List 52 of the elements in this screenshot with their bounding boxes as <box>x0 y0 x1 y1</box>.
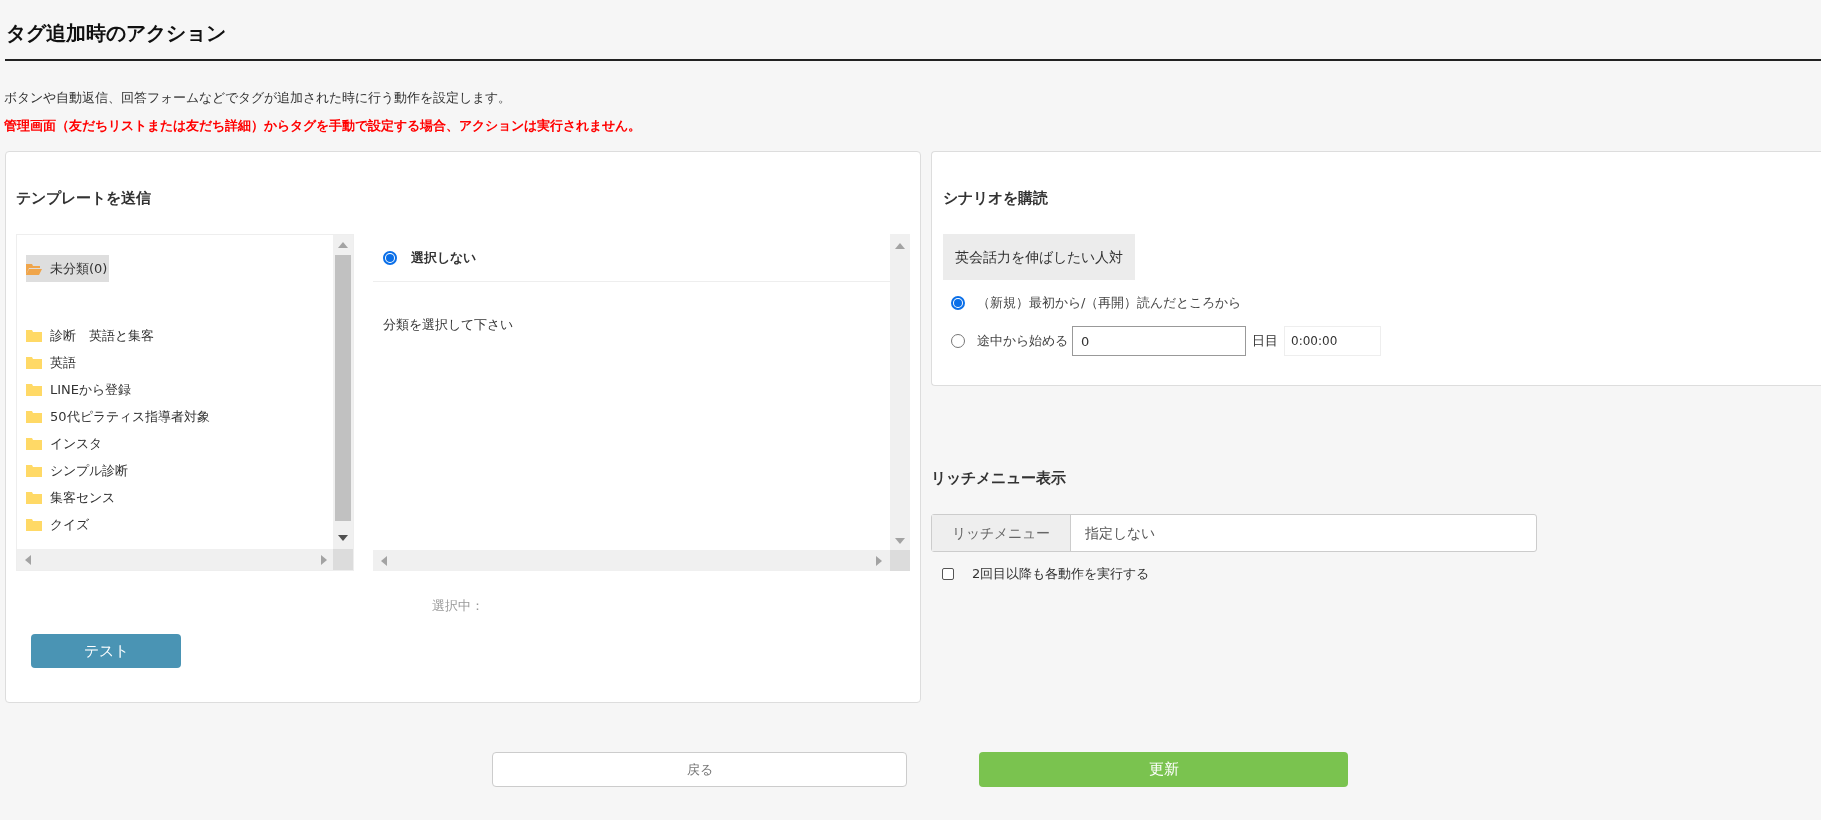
warning-text: 管理画面（友だちリストまたは友だち詳細）からタグを手動で設定する場合、アクションは実行されません。 <box>4 118 641 133</box>
checkbox[interactable] <box>942 567 954 580</box>
folder-icon <box>26 437 42 450</box>
folder-item[interactable]: シンプル診断 <box>26 457 130 484</box>
radio-button[interactable] <box>951 334 965 348</box>
folder-item[interactable]: 未分類(0) <box>26 255 110 282</box>
open-folder-icon <box>26 262 42 275</box>
folder-icon <box>26 356 42 369</box>
select-value: 指定しない <box>1084 523 1155 543</box>
folder-item[interactable]: インスタ <box>26 430 104 457</box>
folder-icon <box>26 329 42 342</box>
folder-item[interactable]: 英語 <box>26 349 78 376</box>
radio-label: 選択しない <box>411 248 476 267</box>
section-heading: テンプレートを送信 <box>16 189 151 207</box>
hint-text: 分類を選択して下さい <box>383 317 513 332</box>
scroll-up-icon[interactable] <box>338 242 348 248</box>
scroll-left-icon[interactable] <box>25 555 31 565</box>
scroll-down-icon[interactable] <box>338 535 348 541</box>
scrollbar-thumb[interactable] <box>335 255 351 521</box>
scroll-up-icon[interactable] <box>895 243 905 249</box>
selected-label: 選択中： <box>432 598 484 613</box>
folder-item[interactable]: 診断 英語と集客 <box>26 322 156 349</box>
back-button[interactable]: 戻る <box>492 752 907 787</box>
description-text: ボタンや自動返信、回答フォームなどでタグが追加された時に行う動作を設定します。 <box>4 90 511 105</box>
folder-item[interactable]: 集客センス <box>26 484 117 511</box>
day-unit: 日目 <box>1252 332 1278 351</box>
scroll-right-icon[interactable] <box>876 556 882 566</box>
input-addon: リッチメニュー <box>932 515 1071 551</box>
section-heading: シナリオを購読 <box>943 189 1048 207</box>
page-title: タグ追加時のアクション <box>6 20 226 46</box>
day-input[interactable]: 0 <box>1072 326 1246 356</box>
radio-button[interactable] <box>383 250 397 265</box>
radio-label: （新規）最初から/（再開）読んだところから <box>977 294 1242 313</box>
scenario-name: 英会話力を伸ばしたい人対 <box>943 234 1135 280</box>
folder-item[interactable]: 50代ピラティス指導者対象 <box>26 403 212 430</box>
folder-icon <box>26 410 42 423</box>
folder-icon <box>26 464 42 477</box>
time-input[interactable]: 0:00:00 <box>1284 326 1381 356</box>
radio-label: 途中から始める <box>977 332 1068 351</box>
folder-icon <box>26 518 42 531</box>
folder-item[interactable]: LINEから登録 <box>26 376 133 403</box>
scrollbar-corner <box>890 550 910 571</box>
folder-icon <box>26 491 42 504</box>
scroll-left-icon[interactable] <box>381 556 387 566</box>
folder-icon <box>26 383 42 396</box>
scrollbar-corner <box>333 549 353 570</box>
section-heading: リッチメニュー表示 <box>931 469 1066 487</box>
scroll-right-icon[interactable] <box>321 555 327 565</box>
folder-item[interactable]: クイズ <box>26 511 91 538</box>
rich-menu-select[interactable]: リッチメニュー 指定しない <box>931 514 1537 552</box>
radio-button[interactable] <box>951 296 965 310</box>
checkbox-label: 2回目以降も各動作を実行する <box>972 565 1150 583</box>
